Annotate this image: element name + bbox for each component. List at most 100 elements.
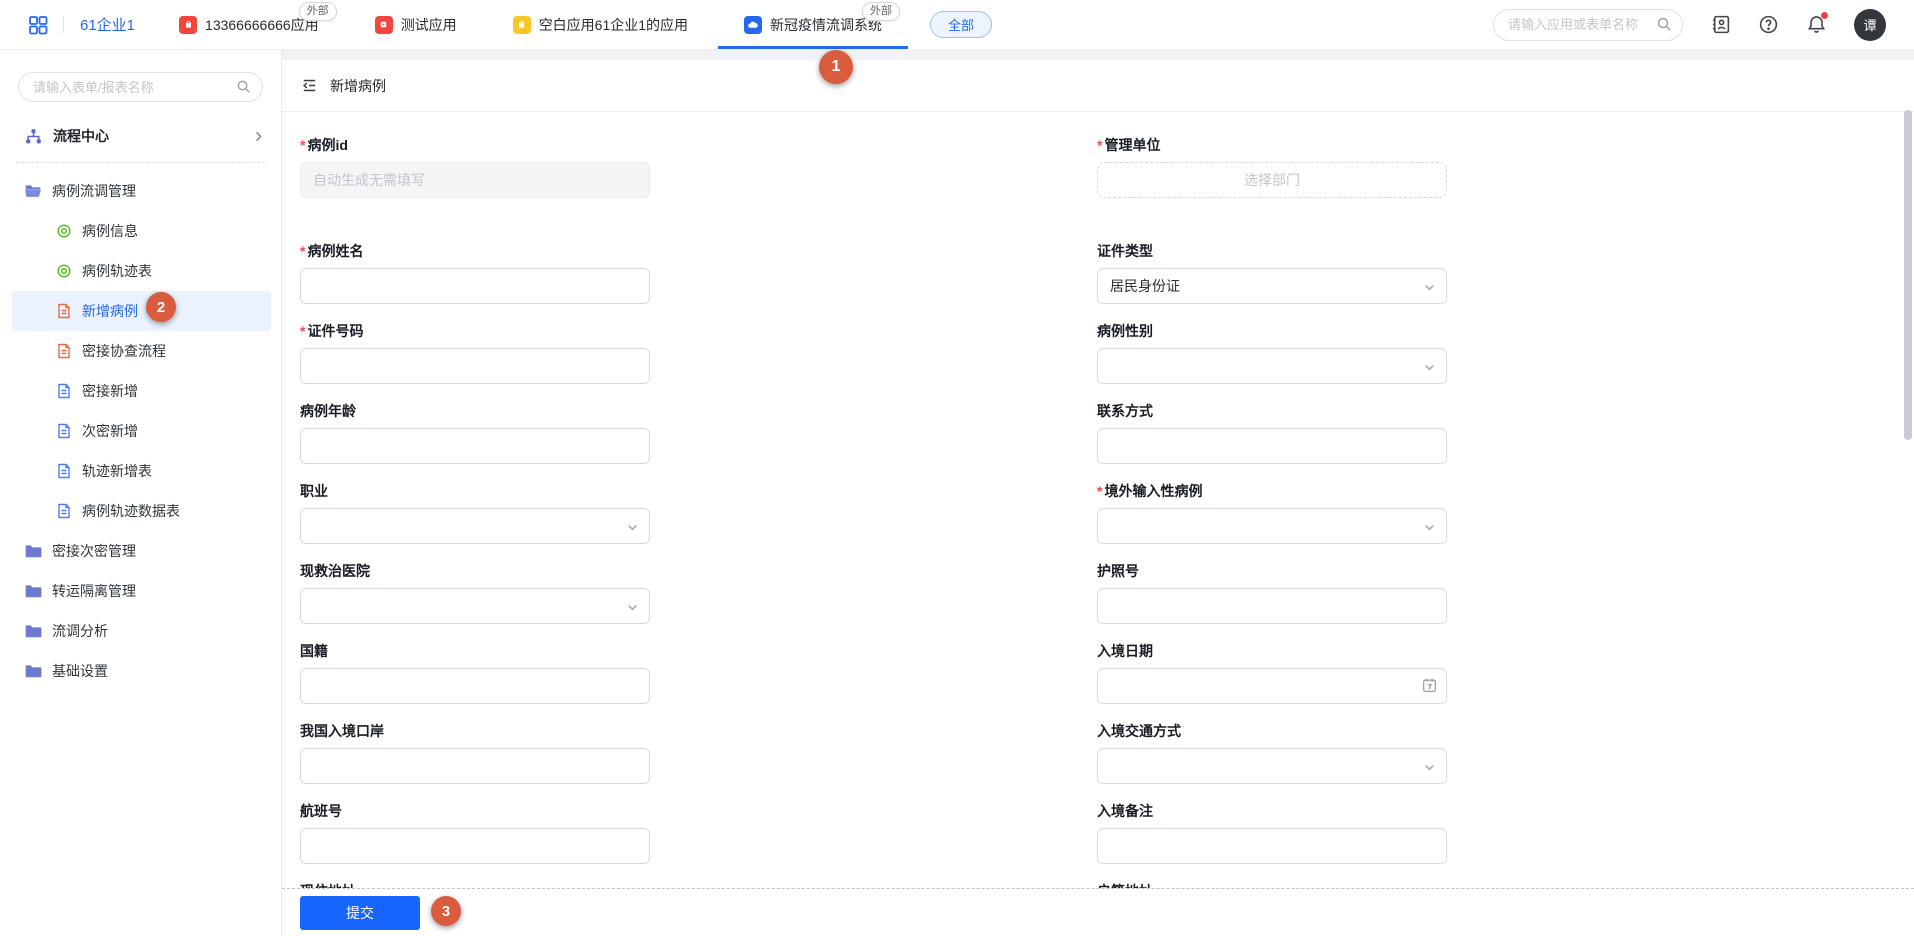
app-tab-4[interactable]: 新冠疫情流调系统外部	[744, 0, 882, 49]
scrollbar-thumb[interactable]	[1904, 110, 1912, 440]
field-label: *证件号码	[300, 321, 650, 341]
process-center-icon	[24, 127, 43, 146]
sidebar-item-8[interactable]: 轨迹新增表	[0, 451, 281, 491]
field-label: *病例姓名	[300, 241, 650, 261]
sidebar-item-4[interactable]: 新增病例	[12, 291, 271, 331]
field-label: 航班号	[300, 801, 650, 821]
select-field[interactable]	[1097, 348, 1447, 384]
text-field	[300, 828, 650, 864]
all-apps-pill[interactable]: 全部	[930, 11, 992, 38]
contacts-book-icon[interactable]	[1710, 14, 1731, 35]
form-field: 病例年龄	[300, 401, 650, 464]
form-field: 入境交通方式	[1097, 721, 1447, 784]
bell-icon[interactable]	[1806, 14, 1827, 35]
text-input[interactable]	[300, 668, 650, 704]
select-field[interactable]	[1097, 748, 1447, 784]
folder-open-icon	[24, 182, 42, 200]
folder-icon	[24, 622, 42, 640]
select-field[interactable]	[300, 508, 650, 544]
sidebar-tree: 病例流调管理病例信息病例轨迹表新增病例密接协查流程密接新增次密新增轨迹新增表病例…	[0, 171, 281, 691]
external-badge: 外部	[299, 2, 337, 21]
sidebar-item-11[interactable]: 转运隔离管理	[0, 571, 281, 611]
form-field: 病例性别	[1097, 321, 1447, 384]
annotation-marker-3: 3	[431, 896, 461, 926]
form-field: 证件类型居民身份证	[1097, 241, 1447, 304]
divider	[16, 162, 265, 163]
folder-icon	[24, 542, 42, 560]
form-row-9: 航班号入境备注	[300, 801, 1914, 864]
sidebar-item-5[interactable]: 密接协查流程	[0, 331, 281, 371]
chevron-right-icon	[252, 130, 265, 143]
sidebar-item-2[interactable]: 病例信息	[0, 211, 281, 251]
text-input[interactable]	[300, 828, 650, 864]
form-field: 我国入境口岸	[300, 721, 650, 784]
sidebar-item-13[interactable]: 基础设置	[0, 651, 281, 691]
help-icon[interactable]	[1758, 14, 1779, 35]
form-search-input[interactable]	[18, 72, 263, 102]
field-label: 我国入境口岸	[300, 721, 650, 741]
required-asterisk: *	[300, 323, 305, 339]
text-input[interactable]	[300, 748, 650, 784]
form-field: *境外输入性病例	[1097, 481, 1447, 544]
process-center-label: 流程中心	[53, 126, 109, 146]
text-input[interactable]	[300, 428, 650, 464]
sidebar-item-label: 转运隔离管理	[52, 581, 136, 601]
app-tab-2[interactable]: 测试应用	[375, 0, 457, 49]
sidebar-item-9[interactable]: 病例轨迹数据表	[0, 491, 281, 531]
text-field	[300, 348, 650, 384]
sidebar-item-1[interactable]: 病例流调管理	[0, 171, 281, 211]
text-input[interactable]	[1097, 428, 1447, 464]
annotation-marker-2: 2	[146, 292, 176, 322]
sidebar-item-label: 密接协查流程	[82, 341, 166, 361]
folder-icon	[24, 582, 42, 600]
field-label: 入境日期	[1097, 641, 1447, 661]
app-icon	[375, 16, 393, 34]
sidebar-item-6[interactable]: 密接新增	[0, 371, 281, 411]
text-input[interactable]	[1097, 588, 1447, 624]
apps-grid-icon[interactable]	[27, 14, 49, 36]
sidebar-item-label: 病例轨迹表	[82, 261, 152, 281]
form-row-7: 国籍入境日期	[300, 641, 1914, 704]
form-row-8: 我国入境口岸 入境交通方式	[300, 721, 1914, 784]
doc-orange-icon	[56, 303, 72, 319]
app-search-input[interactable]	[1493, 9, 1683, 41]
sidebar-item-label: 密接次密管理	[52, 541, 136, 561]
sidebar-item-10[interactable]: 密接次密管理	[0, 531, 281, 571]
chevron-down-icon	[1423, 361, 1436, 374]
calendar-icon[interactable]	[1421, 677, 1438, 694]
app-tab-1[interactable]: 13366666666应用外部	[179, 0, 319, 49]
select-field[interactable]	[300, 588, 650, 624]
sidebar-item-12[interactable]: 流调分析	[0, 611, 281, 651]
app-search	[1493, 9, 1683, 41]
topbar-right: 谭	[1493, 9, 1914, 41]
sidebar-item-process-center[interactable]: 流程中心	[0, 114, 281, 158]
form-field: *病例id	[300, 135, 650, 198]
disabled-input	[300, 162, 650, 198]
app-icon	[513, 16, 531, 34]
target-icon	[56, 223, 72, 239]
sidebar-item-7[interactable]: 次密新增	[0, 411, 281, 451]
form-row-6: 现救治医院护照号	[300, 561, 1914, 624]
text-input[interactable]	[300, 268, 650, 304]
text-field	[1097, 588, 1447, 624]
text-input[interactable]	[300, 348, 650, 384]
form-panel: 新增病例 *病例id*管理单位选择部门*病例姓名证件类型居民身份证*证件号码病例…	[282, 60, 1914, 936]
sidebar-item-3[interactable]: 病例轨迹表	[0, 251, 281, 291]
doc-blue-icon	[56, 463, 72, 479]
form-field: 护照号	[1097, 561, 1447, 624]
topbar-left: 61企业1 13366666666应用外部 测试应用 空白应用61企业1的应用 新冠疫…	[0, 0, 992, 49]
select-field[interactable]: 居民身份证	[1097, 268, 1447, 304]
field-label: 证件类型	[1097, 241, 1447, 261]
date-input[interactable]	[1097, 668, 1447, 704]
collapse-sidebar-icon[interactable]	[300, 76, 319, 95]
form-area: *病例id*管理单位选择部门*病例姓名证件类型居民身份证*证件号码病例性别病例年…	[282, 112, 1914, 936]
avatar[interactable]: 谭	[1854, 9, 1886, 41]
text-input[interactable]	[1097, 828, 1447, 864]
department-picker[interactable]: 选择部门	[1097, 162, 1447, 198]
form-row-3: *证件号码 病例性别	[300, 321, 1914, 384]
select-field[interactable]	[1097, 508, 1447, 544]
main-area: 新增病例 *病例id*管理单位选择部门*病例姓名证件类型居民身份证*证件号码病例…	[282, 50, 1914, 936]
submit-button[interactable]: 提交	[300, 896, 420, 930]
app-tab-3[interactable]: 空白应用61企业1的应用	[513, 0, 688, 49]
org-name-link[interactable]: 61企业1	[80, 14, 135, 35]
